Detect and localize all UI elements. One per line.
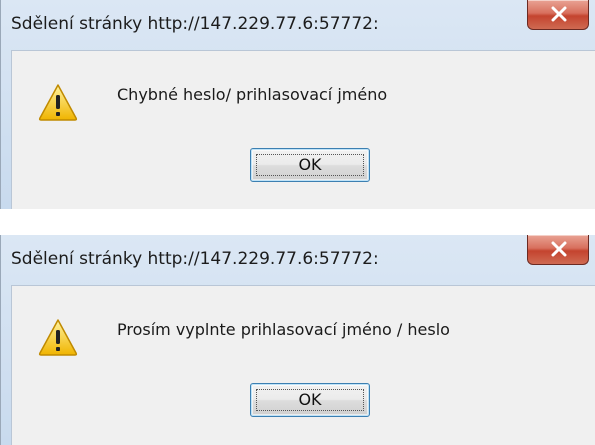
close-button[interactable] xyxy=(527,0,589,30)
dialog-title: Sdělení stránky http://147.229.77.6:5777… xyxy=(11,14,379,34)
ok-button-label: OK xyxy=(298,155,322,174)
dialog-message: Chybné heslo/ prihlasovací jméno xyxy=(117,85,388,104)
alert-dialog-2: Sdělení stránky http://147.229.77.6:5777… xyxy=(0,235,595,445)
close-button[interactable] xyxy=(527,235,589,265)
dialog-content: Prosím vyplnte prihlasovací jméno / hesl… xyxy=(11,285,595,445)
warning-icon xyxy=(38,319,78,356)
ok-button[interactable]: OK xyxy=(250,383,370,417)
warning-icon xyxy=(38,84,78,121)
close-icon xyxy=(551,241,567,257)
dialog-title: Sdělení stránky http://147.229.77.6:5777… xyxy=(11,249,379,269)
title-bar[interactable]: Sdělení stránky http://147.229.77.6:5777… xyxy=(1,235,595,285)
dialog-message: Prosím vyplnte prihlasovací jméno / hesl… xyxy=(117,320,450,339)
alert-dialog-1: Sdělení stránky http://147.229.77.6:5777… xyxy=(0,0,595,209)
ok-button-label: OK xyxy=(298,390,322,409)
title-bar[interactable]: Sdělení stránky http://147.229.77.6:5777… xyxy=(1,0,595,50)
dialog-content: Chybné heslo/ prihlasovací jméno OK xyxy=(11,50,595,209)
close-icon xyxy=(551,6,567,22)
ok-button[interactable]: OK xyxy=(250,148,370,182)
